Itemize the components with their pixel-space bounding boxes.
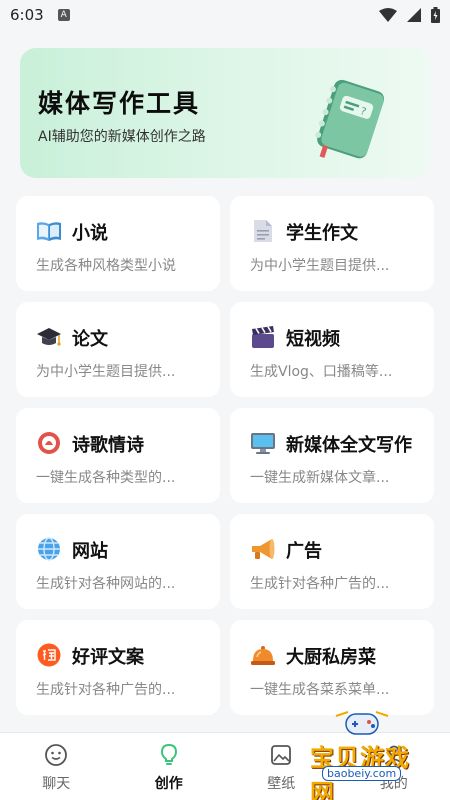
card-title: 好评文案 — [72, 647, 144, 668]
card-title: 小说 — [72, 223, 108, 244]
lightbulb-icon — [160, 743, 177, 765]
card-title: 诗歌情诗 — [72, 435, 144, 456]
notification-icon: A — [57, 9, 70, 21]
wifi-icon — [379, 8, 397, 22]
hero-banner: 媒体写作工具 AI辅助您的新媒体创作之路 ? — [20, 48, 430, 178]
card-description: 生成针对各种网站的... — [36, 576, 176, 592]
status-bar: 6:03 A — [0, 0, 450, 30]
card-title: 大厨私房菜 — [286, 647, 376, 668]
tool-card-chef-recipes[interactable]: 大厨私房菜 一键生成各菜系菜单... — [230, 620, 434, 715]
signal-icon — [407, 8, 421, 22]
tab-label: 聊天 — [42, 776, 71, 792]
status-icons — [379, 7, 440, 23]
banner-title: 媒体写作工具 — [38, 89, 201, 118]
card-title: 新媒体全文写作 — [286, 435, 412, 456]
card-description: 生成各种风格类型小说 — [36, 258, 176, 274]
wallpaper-icon — [271, 745, 292, 765]
tool-grid: 小说 生成各种风格类型小说 学生作文 为中小学生题目提供... 论文 为中小学生… — [16, 196, 434, 715]
tool-card-website[interactable]: 网站 生成针对各种网站的... — [16, 514, 220, 609]
tool-card-advertising[interactable]: 广告 生成针对各种广告的... — [230, 514, 434, 609]
card-description: 一键生成各菜系菜单... — [250, 682, 390, 698]
status-time: 6:03 — [10, 6, 44, 24]
card-description: 生成Vlog、口播稿等... — [250, 364, 393, 380]
tab-label: 壁纸 — [267, 776, 296, 792]
card-description: 为中小学生题目提供... — [250, 258, 390, 274]
card-description: 一键生成新媒体文章... — [250, 470, 390, 486]
watermark-url: baobeiy.com — [322, 766, 402, 781]
clapperboard-icon — [250, 324, 276, 350]
battery-icon — [431, 7, 440, 23]
service-bell-icon — [250, 642, 276, 668]
card-title: 论文 — [72, 329, 108, 350]
card-description: 一键生成各种类型的... — [36, 470, 176, 486]
poem-icon — [36, 430, 62, 456]
tool-card-short-video[interactable]: 短视频 生成Vlog、口播稿等... — [230, 302, 434, 397]
tab-label: 创作 — [154, 776, 183, 792]
watermark: 宝贝游戏网 baobeiy.com — [302, 708, 432, 800]
open-book-icon — [36, 218, 62, 244]
card-description: 生成针对各种广告的... — [250, 576, 390, 592]
chat-icon — [45, 744, 68, 766]
tool-card-new-media[interactable]: 新媒体全文写作 一键生成新媒体文章... — [230, 408, 434, 503]
document-icon — [250, 218, 276, 244]
globe-icon — [36, 536, 62, 562]
tool-card-poetry[interactable]: 诗歌情诗 一键生成各种类型的... — [16, 408, 220, 503]
graduation-cap-icon — [36, 324, 62, 350]
gamepad-icon — [335, 711, 389, 735]
banner-subtitle: AI辅助您的新媒体创作之路 — [38, 129, 206, 145]
card-title: 学生作文 — [286, 223, 358, 244]
card-title: 广告 — [286, 541, 322, 562]
monitor-icon — [250, 430, 276, 456]
book-icon: ? — [315, 79, 385, 159]
card-description: 生成针对各种广告的... — [36, 682, 176, 698]
tab-create[interactable]: 创作 — [113, 733, 226, 800]
card-description: 为中小学生题目提供... — [36, 364, 176, 380]
tab-chat[interactable]: 聊天 — [0, 733, 113, 800]
taobao-icon — [36, 642, 62, 668]
card-title: 网站 — [72, 541, 108, 562]
megaphone-icon — [250, 536, 276, 562]
tool-card-paper[interactable]: 论文 为中小学生题目提供... — [16, 302, 220, 397]
tool-card-review-copy[interactable]: 好评文案 生成针对各种广告的... — [16, 620, 220, 715]
tool-card-student-essay[interactable]: 学生作文 为中小学生题目提供... — [230, 196, 434, 291]
tool-card-novel[interactable]: 小说 生成各种风格类型小说 — [16, 196, 220, 291]
card-title: 短视频 — [286, 329, 340, 350]
